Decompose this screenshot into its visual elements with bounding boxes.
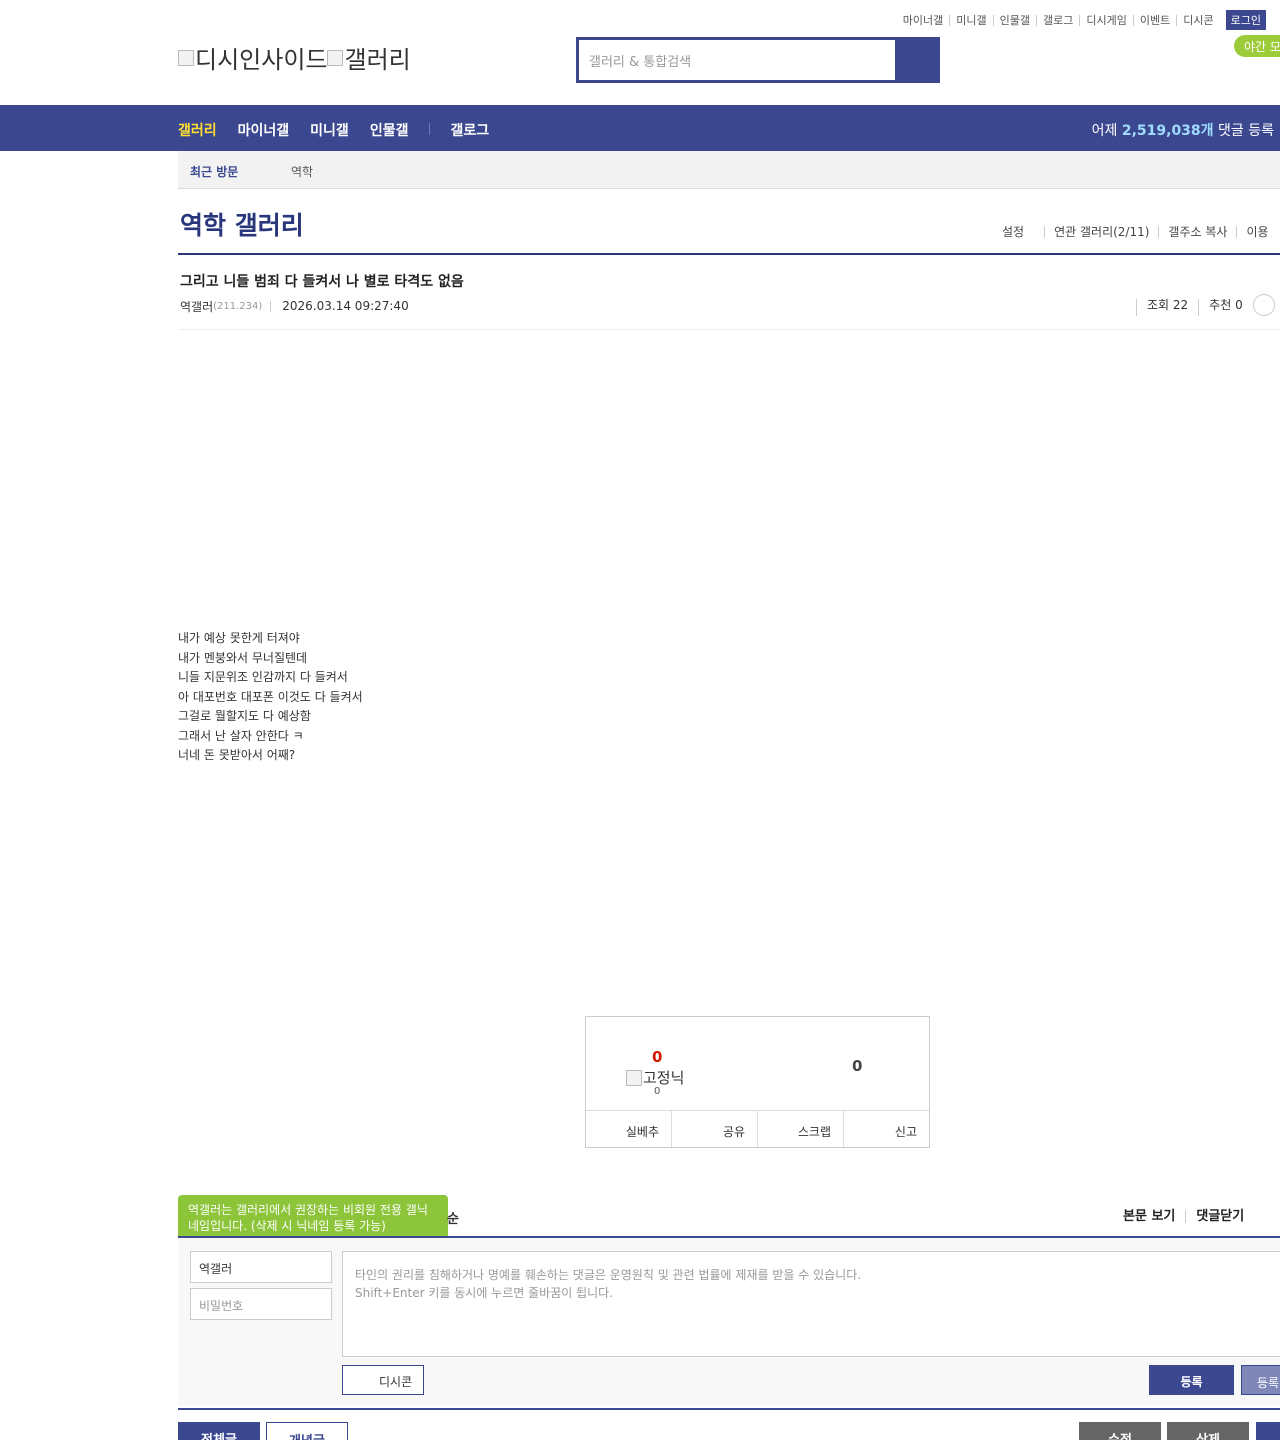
register-button[interactable]: 등록 xyxy=(1149,1365,1234,1395)
post-ip: (211.234) xyxy=(213,301,263,312)
password-field[interactable]: 비밀번호 xyxy=(190,1288,332,1320)
tooltip-text: 역갤러는 갤러리에서 권장하는 비회원 전용 갤닉네임입니다. (삭제 시 닉네… xyxy=(188,1203,428,1233)
related-gallery-link[interactable]: 연관 갤러리(2/11) xyxy=(1044,226,1158,238)
util-link-mini[interactable]: 미니갤 xyxy=(949,14,992,26)
title-divider xyxy=(178,253,1280,255)
nav-gallery[interactable]: 갤러리 xyxy=(178,120,217,140)
fixed-nick-recommend: 고정닉 xyxy=(626,1067,684,1088)
body-line: 니들 지문위조 인감까지 다 들켜서 xyxy=(178,670,348,684)
share-button[interactable]: 공유 xyxy=(671,1111,757,1147)
best-recommend-button[interactable]: 실베추 xyxy=(586,1111,671,1147)
top-util-links: 마이너갤 미니갤 인물갤 갤로그 디시게임 이벤트 디시콘 로그인 xyxy=(897,10,1266,30)
gallery-title[interactable]: 역학 갤러리 xyxy=(180,206,304,242)
nav-mini[interactable]: 미니갤 xyxy=(310,120,349,140)
stat-value: 2,519,038개 xyxy=(1121,123,1214,139)
usage-link[interactable]: 이용 xyxy=(1236,226,1277,238)
close-comments-link[interactable]: 댓글닫기 xyxy=(1185,1210,1254,1223)
body-line: 그래서 난 살자 안한다 ㅋ xyxy=(178,728,304,743)
gallery-tools: 설정 연관 갤러리(2/11) 갤주소 복사 이용 xyxy=(1002,226,1278,238)
util-link-event[interactable]: 이벤트 xyxy=(1132,14,1176,26)
body-line: 내가 멘붕와서 무너질텐데 xyxy=(178,650,308,665)
util-link-game[interactable]: 디시게임 xyxy=(1079,14,1132,26)
main-nav: 갤러리 마이너갤 미니갤 인물갤 갤로그 어제 2,519,038개 댓글 등록 xyxy=(0,105,1280,151)
comment-textarea[interactable]: 타인의 권리를 침해하거나 명예를 훼손하는 댓글은 운영원칙 및 관련 법률에… xyxy=(342,1251,1280,1357)
comment-stat: 어제 2,519,038개 댓글 등록 xyxy=(1092,120,1274,140)
dccon-button[interactable]: 디시콘 xyxy=(342,1365,424,1395)
post-views: 조회 22 xyxy=(1136,299,1198,316)
view-body-link[interactable]: 본문 보기 xyxy=(1123,1210,1185,1223)
post-author[interactable]: 역갤러 xyxy=(180,298,213,315)
util-link-gallog[interactable]: 갤로그 xyxy=(1036,14,1079,26)
stat-suffix: 댓글 등록 xyxy=(1218,123,1274,139)
edit-button[interactable]: 수정 xyxy=(1079,1422,1161,1440)
comment-sort-label: 순 xyxy=(447,1212,459,1227)
copy-address-link[interactable]: 갤주소 복사 xyxy=(1158,226,1236,238)
post-header-divider xyxy=(178,329,1280,330)
settings-link[interactable]: 설정 xyxy=(1002,226,1044,238)
login-button[interactable]: 로그인 xyxy=(1225,10,1266,30)
broken-image-icon xyxy=(327,49,344,66)
nav-minor[interactable]: 마이너갤 xyxy=(238,120,290,140)
util-link-person[interactable]: 인물갤 xyxy=(992,14,1036,26)
bottom-divider xyxy=(178,1408,1280,1410)
post-body: 내가 예상 못한게 터져야 내가 멘붕와서 무너질텐데 니들 지문위조 인감까지… xyxy=(178,629,363,766)
share-circle-icon[interactable] xyxy=(1252,294,1275,316)
all-posts-button[interactable]: 전체글 xyxy=(178,1422,260,1440)
comment-form: 역갤러 비밀번호 타인의 권리를 침해하거나 명예를 훼손하는 댓글은 운영원칙… xyxy=(178,1238,1280,1406)
scrap-button[interactable]: 스크랩 xyxy=(757,1111,843,1147)
broken-image-icon xyxy=(626,1069,642,1086)
util-link-minor[interactable]: 마이너갤 xyxy=(897,15,949,26)
site-logo[interactable]: 디시인사이드 갤러리 xyxy=(178,40,411,75)
post-stats: 조회 22 추천 0 xyxy=(1136,294,1275,316)
post-recommend: 추천 0 xyxy=(1198,299,1253,316)
search-bar: 갤러리 & 통합검색 xyxy=(576,37,940,83)
body-line: 그걸로 뭘할지도 다 예상함 xyxy=(178,709,311,723)
fixed-nick-label: 고정닉 xyxy=(643,1069,685,1087)
logo-text-gallery: 갤러리 xyxy=(344,46,411,74)
downvote-count[interactable]: 0 xyxy=(852,1057,862,1075)
post-meta: 역갤러 (211.234) 2026.03.14 09:27:40 xyxy=(180,298,409,315)
delete-button[interactable]: 삭제 xyxy=(1167,1422,1249,1440)
body-line: 아 대포번호 대포폰 이것도 다 들켜서 xyxy=(178,689,363,704)
recent-visits-bar: 최근 방문 역학 xyxy=(178,151,1280,189)
util-link-dccon[interactable]: 디시콘 xyxy=(1176,14,1219,26)
page-root: 마이너갤 미니갤 인물갤 갤로그 디시게임 이벤트 디시콘 로그인 야간 모 디… xyxy=(0,0,1280,1440)
write-button[interactable] xyxy=(1256,1422,1280,1440)
nav-person[interactable]: 인물갤 xyxy=(370,120,409,140)
broken-image-icon xyxy=(178,49,194,66)
nav-divider xyxy=(429,123,431,135)
post-date: 2026.03.14 09:27:40 xyxy=(270,300,409,312)
concept-posts-button[interactable]: 개념글 xyxy=(266,1422,348,1440)
comment-tabs: 본문 보기 댓글닫기 xyxy=(1123,1210,1254,1223)
register-secondary-button[interactable]: 등록 xyxy=(1241,1365,1280,1395)
recent-label: 최근 방문 xyxy=(190,165,239,179)
nav-gallog[interactable]: 갤로그 xyxy=(450,120,489,140)
recommend-box: 0 고정닉 0 0 실베추 공유 스크랩 신고 xyxy=(585,1016,930,1148)
logo-text-dcinside: 디시인사이드 xyxy=(195,46,328,74)
upvote-count[interactable]: 0 xyxy=(652,1048,662,1066)
nickname-tooltip: 역갤러는 갤러리에서 권장하는 비회원 전용 갤닉네임입니다. (삭제 시 닉네… xyxy=(178,1195,448,1249)
stat-prefix: 어제 xyxy=(1091,123,1118,139)
nickname-field[interactable]: 역갤러 xyxy=(190,1251,332,1283)
post-title: 그리고 니들 범죄 다 들켜서 나 별로 타격도 없음 xyxy=(180,274,464,290)
report-button[interactable]: 신고 xyxy=(843,1111,929,1147)
fixed-nick-count: 0 xyxy=(654,1086,661,1097)
body-line: 너네 돈 못받아서 어째? xyxy=(178,748,296,762)
recent-item[interactable]: 역학 xyxy=(291,163,313,180)
search-input[interactable]: 갤러리 & 통합검색 xyxy=(579,40,895,80)
body-line: 내가 예상 못한게 터져야 xyxy=(178,631,300,645)
night-mode-toggle[interactable]: 야간 모 xyxy=(1234,35,1280,57)
